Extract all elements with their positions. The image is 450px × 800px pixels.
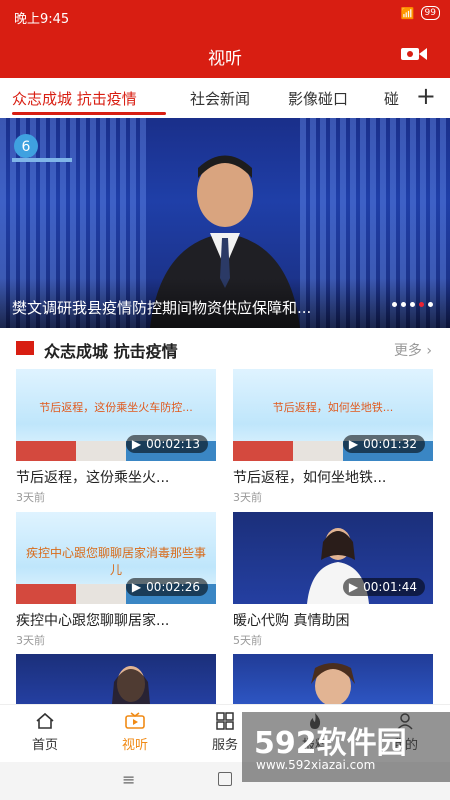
active-tab-indicator	[12, 112, 166, 115]
video-thumbnail[interactable]: 疾控中心跟您聊聊居家消毒那些事儿 ▶ 00:02:26	[16, 512, 216, 604]
section-title: 众志成城 抗击疫情	[44, 342, 178, 361]
nav-home-label: 首页	[31, 738, 58, 753]
carousel-dot	[428, 302, 433, 307]
tab-zhongzhi[interactable]: 众志成城 抗击疫情	[12, 88, 137, 109]
thumbnail-text: 节后返程，如何坐地铁...	[272, 401, 394, 414]
video-title[interactable]: 暖心代购 真情助困	[233, 610, 433, 630]
duration-badge: ▶ 00:01:32	[342, 435, 425, 453]
tab-images[interactable]: 影像碰口	[288, 88, 348, 109]
video-card[interactable]: 节后返程，如何坐地铁... ▶ 00:01:32 节后返程，如何坐地铁... 3天…	[233, 369, 433, 505]
duration-badge: ▶ 00:01:44	[342, 578, 425, 596]
nav-home[interactable]: 首页	[10, 712, 80, 753]
banner-title[interactable]: 樊文调研我县疫情防控期间物资供应保障和...	[12, 297, 372, 318]
home-square-icon[interactable]	[218, 772, 232, 786]
add-tab-icon[interactable]: +	[416, 82, 436, 110]
video-card[interactable]: ▶ 00:01:44 暖心代购 真情助困 5天前	[233, 512, 433, 648]
carousel-dot	[392, 302, 397, 307]
video-title[interactable]: 疾控中心跟您聊聊居家...	[16, 610, 216, 630]
video-thumbnail[interactable]: 节后返程，这份乘坐火车防控... ▶ 00:02:13	[16, 369, 216, 461]
video-card[interactable]: 节后返程，这份乘坐火车防控... ▶ 00:02:13 节后返程，这份乘坐火...…	[16, 369, 216, 505]
status-time: 晚上9:45	[14, 12, 70, 27]
watermark-text: 592软件园	[254, 726, 407, 761]
home-icon	[36, 712, 54, 729]
carousel-dot	[410, 302, 415, 307]
section-logo-icon	[16, 341, 34, 355]
battery-icon: 99	[420, 6, 440, 20]
video-thumbnail[interactable]: ▶ 00:01:44	[233, 512, 433, 604]
carousel-dot-active	[419, 302, 424, 307]
status-icons: 📶 99	[401, 6, 440, 20]
watermark-url: www.592xiazai.com	[256, 758, 376, 772]
more-link[interactable]: 更多 ›	[394, 340, 432, 360]
video-card[interactable]: 疾控中心跟您聊聊居家消毒那些事儿 ▶ 00:02:26 疾控中心跟您聊聊居家...…	[16, 512, 216, 648]
play-icon: ▶	[348, 437, 359, 451]
video-thumbnail[interactable]	[16, 654, 216, 704]
duration-text: 00:02:13	[146, 437, 200, 451]
video-thumbnail[interactable]	[233, 654, 433, 704]
page-title: 视听	[208, 49, 242, 69]
video-time: 3天前	[233, 491, 262, 504]
video-title[interactable]: 节后返程，如何坐地铁...	[233, 467, 433, 487]
station-logo-icon: 6	[12, 134, 72, 162]
more-label[interactable]: 更多	[394, 343, 422, 359]
svg-text:6: 6	[22, 139, 31, 155]
nav-service-label: 服务	[211, 738, 238, 753]
duration-text: 00:01:32	[363, 437, 417, 451]
duration-text: 00:02:26	[146, 580, 200, 594]
carousel-dot	[401, 302, 406, 307]
video-time: 3天前	[16, 634, 45, 647]
carousel-dots	[392, 302, 433, 307]
video-thumbnail[interactable]: 节后返程，如何坐地铁... ▶ 00:01:32	[233, 369, 433, 461]
nav-audiovisual-label: 视听	[121, 738, 148, 753]
duration-badge: ▶ 00:02:13	[125, 435, 208, 453]
menu-icon[interactable]: ≡	[122, 770, 135, 789]
watermark: 592软件园 www.592xiazai.com	[242, 712, 450, 782]
chevron-right-icon: ›	[426, 343, 432, 359]
video-camera-icon[interactable]	[400, 45, 428, 67]
duration-text: 00:01:44	[363, 580, 417, 594]
video-title[interactable]: 节后返程，这份乘坐火...	[16, 467, 216, 487]
grid-icon	[216, 712, 234, 730]
video-time: 5天前	[233, 634, 262, 647]
anchor-image	[112, 666, 150, 704]
play-icon: ▶	[131, 580, 142, 594]
play-icon: ▶	[348, 580, 359, 594]
thumbnail-text: 疾控中心跟您聊聊居家消毒那些事儿	[26, 546, 207, 577]
anchor-image	[311, 663, 355, 704]
thumbnail-text: 节后返程，这份乘坐火车防控...	[39, 401, 193, 414]
video-time: 3天前	[16, 491, 45, 504]
tab-social-news[interactable]: 社会新闻	[190, 88, 250, 109]
play-icon: ▶	[131, 437, 142, 451]
wifi-icon: 📶	[400, 6, 415, 20]
tv-icon	[125, 712, 145, 729]
nav-audiovisual[interactable]: 视听	[100, 712, 170, 753]
tab-more-partial[interactable]: 碰	[384, 88, 399, 109]
duration-badge: ▶ 00:02:26	[125, 578, 208, 596]
